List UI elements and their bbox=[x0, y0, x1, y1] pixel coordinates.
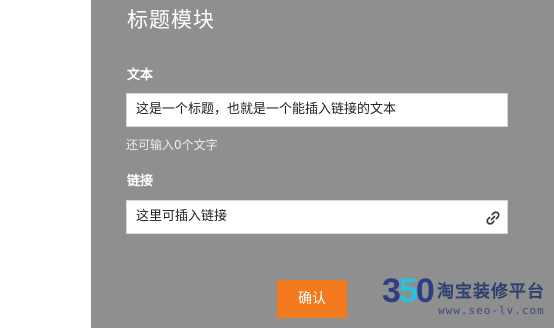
watermark-number: 350 bbox=[382, 272, 435, 310]
link-icon[interactable] bbox=[485, 210, 501, 226]
link-field-label: 链接 bbox=[127, 174, 154, 189]
watermark-name: 淘宝装修平台 bbox=[437, 282, 545, 302]
text-input[interactable]: 这是一个标题，也就是一个能插入链接的文本 bbox=[126, 93, 508, 127]
char-count-hint: 还可输入0个文字 bbox=[126, 138, 218, 152]
text-field-label: 文本 bbox=[127, 68, 154, 83]
watermark-url: www.seo-lv.com bbox=[438, 304, 545, 317]
confirm-button[interactable]: 确认 bbox=[277, 280, 347, 318]
link-input-placeholder: 这里可插入链接 bbox=[136, 209, 228, 224]
link-input[interactable]: 这里可插入链接 bbox=[126, 200, 508, 234]
module-title: 标题模块 bbox=[127, 8, 215, 32]
watermark-logo: 350 淘宝装修平台 www.seo-lv.com bbox=[382, 270, 552, 326]
